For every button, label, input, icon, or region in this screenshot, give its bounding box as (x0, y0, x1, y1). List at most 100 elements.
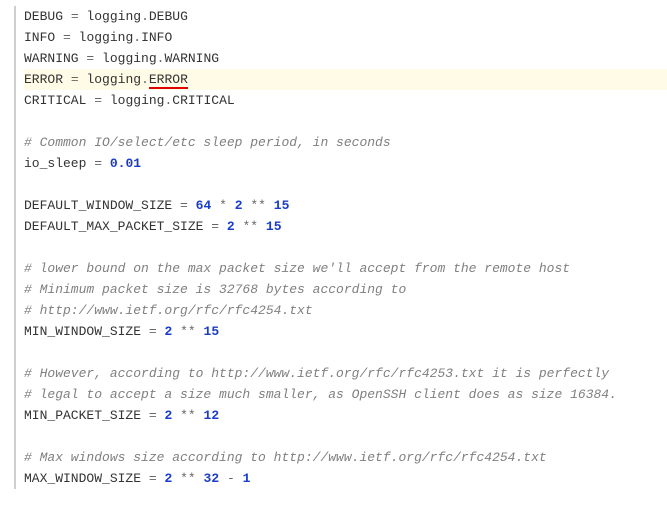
code-line: io_sleep = 0.01 (24, 153, 667, 174)
code-line: WARNING = logging.WARNING (24, 48, 667, 69)
code-line: # Minimum packet size is 32768 bytes acc… (24, 279, 667, 300)
token-op: = (63, 30, 71, 45)
code-line: MAX_WINDOW_SIZE = 2 ** 32 - 1 (24, 468, 667, 489)
token (63, 72, 71, 87)
token-op: ** (180, 471, 196, 486)
token (102, 93, 110, 108)
token (188, 198, 196, 213)
token-op: = (149, 408, 157, 423)
code-line: DEFAULT_WINDOW_SIZE = 64 * 2 ** 15 (24, 195, 667, 216)
token-kw: WARNING (24, 51, 79, 66)
token-kw: io_sleep (24, 156, 86, 171)
token (141, 471, 149, 486)
token-num: 2 (235, 198, 243, 213)
token-op: = (149, 324, 157, 339)
token (211, 198, 219, 213)
token (172, 198, 180, 213)
token-err: ERROR (149, 72, 188, 89)
code-line: ERROR = logging.ERROR (24, 69, 667, 90)
token (196, 471, 204, 486)
token (172, 324, 180, 339)
token (71, 30, 79, 45)
token-op: = (149, 471, 157, 486)
token-kw: ERROR (24, 72, 63, 87)
token-com: # http://www.ietf.org/rfc/rfc4254.txt (24, 303, 313, 318)
token-op: . (141, 72, 149, 87)
token-kw: logging (86, 9, 141, 24)
token-op: = (94, 156, 102, 171)
token (258, 219, 266, 234)
token (55, 30, 63, 45)
token-com: # Max windows size according to http://w… (24, 450, 547, 465)
code-line: # Max windows size according to http://w… (24, 447, 667, 468)
token-kw: logging (110, 93, 165, 108)
code-line (24, 174, 667, 195)
token (219, 219, 227, 234)
token (102, 156, 110, 171)
code-line (24, 426, 667, 447)
code-line: INFO = logging.INFO (24, 27, 667, 48)
token-kw: DEFAULT_MAX_PACKET_SIZE (24, 219, 203, 234)
token-attr: CRITICAL (172, 93, 234, 108)
token-attr: WARNING (164, 51, 219, 66)
token-com: # Common IO/select/etc sleep period, in … (24, 135, 391, 150)
token-op: . (133, 30, 141, 45)
token-attr: INFO (141, 30, 172, 45)
token-op: = (211, 219, 219, 234)
token-num: 64 (196, 198, 212, 213)
token-com: # legal to accept a size much smaller, a… (24, 387, 617, 402)
token-op: - (227, 471, 235, 486)
token-op: ** (180, 324, 196, 339)
code-line (24, 342, 667, 363)
token-kw: logging (86, 72, 141, 87)
token-com: # Minimum packet size is 32768 bytes acc… (24, 282, 406, 297)
token-kw: MIN_WINDOW_SIZE (24, 324, 141, 339)
token-op: = (71, 72, 79, 87)
code-line (24, 111, 667, 132)
token-kw: MIN_PACKET_SIZE (24, 408, 141, 423)
token-num: 15 (274, 198, 290, 213)
token (94, 51, 102, 66)
token-num: 32 (204, 471, 220, 486)
token (172, 471, 180, 486)
token (196, 408, 204, 423)
token-op: ** (180, 408, 196, 423)
token-kw: logging (79, 30, 134, 45)
token-num: 0.01 (110, 156, 141, 171)
token-com: # lower bound on the max packet size we'… (24, 261, 570, 276)
token (235, 471, 243, 486)
token (235, 219, 243, 234)
token-kw: CRITICAL (24, 93, 86, 108)
token-op: ** (250, 198, 266, 213)
token-op: ** (243, 219, 259, 234)
code-line: # lower bound on the max packet size we'… (24, 258, 667, 279)
token-num: 12 (204, 408, 220, 423)
token (63, 9, 71, 24)
token-kw: INFO (24, 30, 55, 45)
token-num: 15 (266, 219, 282, 234)
token-num: 2 (227, 219, 235, 234)
code-line (24, 237, 667, 258)
code-line: # http://www.ietf.org/rfc/rfc4254.txt (24, 300, 667, 321)
token (227, 198, 235, 213)
token-attr: DEBUG (149, 9, 188, 24)
code-line: MIN_WINDOW_SIZE = 2 ** 15 (24, 321, 667, 342)
token-op: . (141, 9, 149, 24)
code-line: CRITICAL = logging.CRITICAL (24, 90, 667, 111)
token-num: 15 (204, 324, 220, 339)
token-kw: DEBUG (24, 9, 63, 24)
code-line: # legal to accept a size much smaller, a… (24, 384, 667, 405)
code-line: # Common IO/select/etc sleep period, in … (24, 132, 667, 153)
token-com: # However, according to http://www.ietf.… (24, 366, 609, 381)
token-kw: DEFAULT_WINDOW_SIZE (24, 198, 172, 213)
token-op: = (180, 198, 188, 213)
code-block: DEBUG = logging.DEBUGINFO = logging.INFO… (14, 6, 667, 489)
token-op: * (219, 198, 227, 213)
token (141, 324, 149, 339)
token (266, 198, 274, 213)
code-line: DEBUG = logging.DEBUG (24, 6, 667, 27)
token-kw: MAX_WINDOW_SIZE (24, 471, 141, 486)
code-line: DEFAULT_MAX_PACKET_SIZE = 2 ** 15 (24, 216, 667, 237)
token (172, 408, 180, 423)
token (196, 324, 204, 339)
